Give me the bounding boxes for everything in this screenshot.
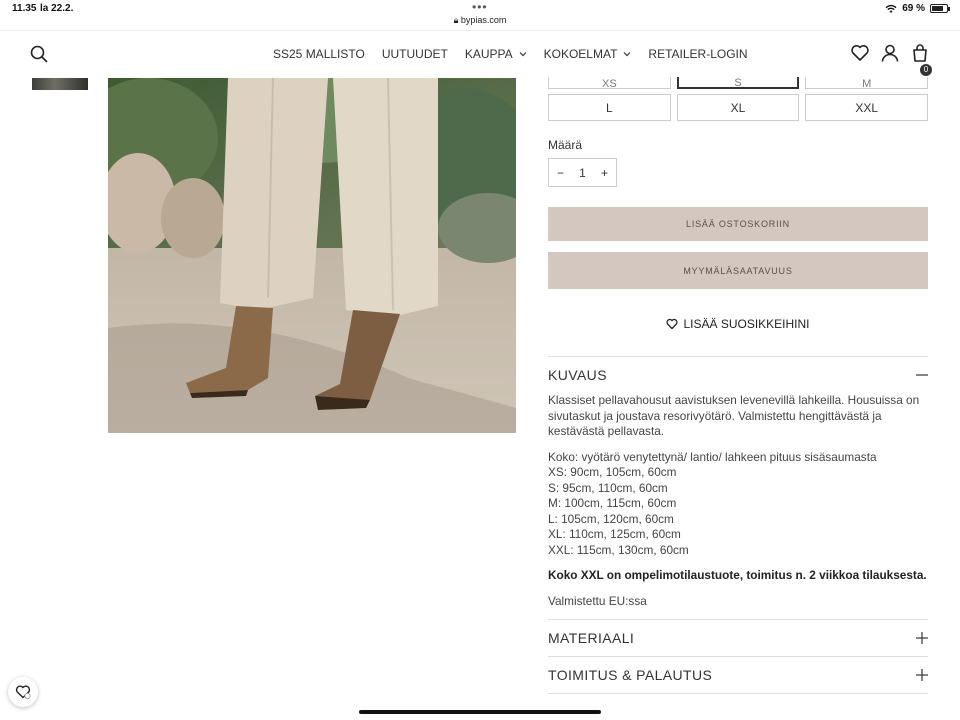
add-to-favorites-label: LISÄÄ SUOSIKKEIHINI [683, 317, 810, 331]
shopping-bag-icon [913, 44, 927, 62]
materiaali-header[interactable]: MATERIAALI [548, 620, 928, 656]
size-chart: Koko: vyötärö venytettynä/ lantio/ lahke… [548, 450, 928, 559]
site-header: SS25 MALLISTO UUTUUDET KAUPPA KOKOELMAT … [0, 30, 960, 78]
size-row-1: XS S M [548, 77, 929, 89]
size-option-xxl[interactable]: XXL [805, 94, 929, 121]
store-availability-button[interactable]: MYYMÄLÄSAATAVUUS [548, 252, 928, 289]
kuvaus-header[interactable]: KUVAUS [548, 357, 928, 393]
quantity-label: Määrä [548, 138, 583, 152]
materiaali-title: MATERIAALI [548, 630, 635, 646]
size-chart-line: XL: 110cm, 125cm, 60cm [548, 527, 681, 541]
heart-icon [15, 685, 31, 699]
wishlist-widget-button[interactable] [8, 677, 38, 707]
search-icon[interactable] [30, 45, 48, 63]
kuvaus-title: KUVAUS [548, 367, 607, 383]
heart-icon[interactable] [850, 43, 870, 63]
battery-percent: 69 % [902, 3, 925, 14]
add-to-favorites-button[interactable]: LISÄÄ SUOSIKKEIHINI [548, 317, 928, 331]
description-intro: Klassiset pellavahousut aavistuksen leve… [548, 393, 920, 438]
status-right: 69 % [885, 3, 950, 14]
size-option-s[interactable]: S [676, 77, 800, 89]
size-chart-line: M: 100cm, 115cm, 60cm [548, 496, 677, 510]
cart-count-badge: 0 [920, 64, 932, 76]
home-indicator[interactable] [359, 710, 601, 714]
header-icons: 0 [850, 43, 932, 76]
kuvaus-content: Klassiset pellavahousut aavistuksen leve… [548, 393, 928, 609]
size-option-l[interactable]: L [548, 94, 671, 121]
quantity-plus-button[interactable]: + [601, 166, 608, 180]
nav-item-ss25[interactable]: SS25 MALLISTO [273, 47, 365, 61]
size-chart-line: S: 95cm, 110cm, 60cm [548, 480, 668, 495]
nav-item-kauppa[interactable]: KAUPPA [465, 47, 527, 61]
product-details: XS S M L XL XXL Määrä − 1 + LISÄÄ OSTOSK… [548, 77, 929, 694]
heart-icon [666, 318, 679, 330]
size-option-xl[interactable]: XL [676, 94, 800, 121]
product-image [108, 78, 516, 433]
more-dots-icon[interactable]: ••• [472, 0, 488, 14]
add-to-cart-button[interactable]: LISÄÄ OSTOSKORIIN [548, 207, 928, 241]
address-bar[interactable]: 🔒︎ bypias.com [0, 15, 960, 26]
size-row-2: L XL XXL [548, 94, 929, 121]
size-option-xs[interactable]: XS [548, 77, 671, 89]
status-date: la 22.2. [40, 3, 74, 14]
nav-item-uutuudet[interactable]: UUTUUDET [382, 47, 448, 61]
quantity-stepper: − 1 + [548, 158, 617, 187]
main-nav: SS25 MALLISTO UUTUUDET KAUPPA KOKOELMAT … [273, 47, 748, 61]
size-chart-line: L: 105cm, 120cm, 60cm [548, 511, 674, 526]
chevron-down-icon [623, 52, 631, 57]
made-to-order-note: Koko XXL on ompelimotilaustuote, toimitu… [548, 568, 927, 582]
quantity-value[interactable]: 1 [579, 166, 586, 180]
plus-icon [916, 632, 928, 644]
product-thumbnail[interactable] [32, 78, 88, 90]
lock-icon: 🔒︎ [453, 15, 459, 25]
battery-icon [930, 4, 950, 13]
toimitus-title: TOIMITUS & PALAUTUS [548, 667, 713, 683]
url-text: bypias.com [460, 15, 507, 25]
status-bar: 11.35 la 22.2. ••• 🔒︎ bypias.com 69 % [0, 0, 960, 30]
nav-item-retailer-login[interactable]: RETAILER-LOGIN [648, 47, 747, 61]
size-option-m[interactable]: M [805, 77, 929, 89]
quantity-minus-button[interactable]: − [557, 166, 564, 180]
minus-icon [916, 374, 928, 376]
account-icon[interactable] [880, 43, 900, 63]
made-in-text: Valmistettu EU:ssa [548, 593, 647, 608]
status-time: 11.35 [12, 3, 37, 14]
size-chart-line: XS: 90cm, 105cm, 60cm [548, 465, 677, 479]
toimitus-header[interactable]: TOIMITUS & PALAUTUS [548, 657, 928, 693]
wifi-icon [885, 4, 897, 13]
size-chart-title: Koko: vyötärö venytettynä/ lantio/ lahke… [548, 449, 877, 464]
kuvaus-section: KUVAUS Klassiset pellavahousut aavistuks… [548, 356, 928, 609]
size-chart-line: XXL: 115cm, 130cm, 60cm [548, 542, 689, 557]
chevron-down-icon [519, 52, 527, 57]
materiaali-section: MATERIAALI [548, 619, 928, 656]
toimitus-section: TOIMITUS & PALAUTUS [548, 656, 928, 694]
cart-button[interactable]: 0 [910, 43, 932, 76]
nav-item-kokoelmat[interactable]: KOKOELMAT [544, 47, 632, 61]
plus-icon [916, 669, 928, 681]
